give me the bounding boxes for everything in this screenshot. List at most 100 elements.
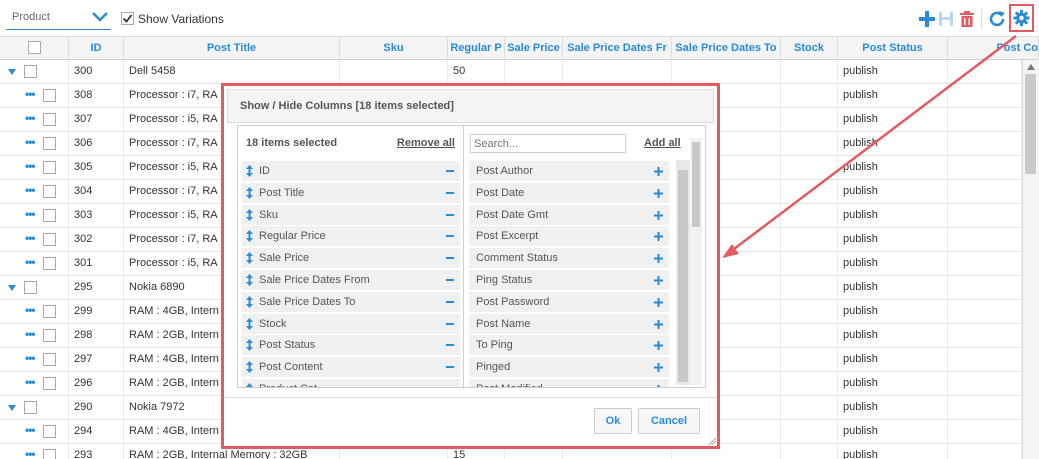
cell-id[interactable]: 290 xyxy=(69,396,124,419)
picker-outer-scrollbar[interactable] xyxy=(690,138,702,385)
drag-handle-icon[interactable] xyxy=(246,317,253,330)
cell-empty[interactable] xyxy=(781,396,838,419)
add-column-icon[interactable] xyxy=(654,167,663,176)
column-header[interactable]: Sale Price xyxy=(505,37,563,60)
plus-icon[interactable] xyxy=(919,11,935,27)
cell-empty[interactable] xyxy=(948,132,1022,155)
cell-status[interactable]: publish xyxy=(838,156,948,179)
cell-id[interactable]: 307 xyxy=(69,108,124,131)
cell-status[interactable]: publish xyxy=(838,324,948,347)
cell-status[interactable]: publish xyxy=(838,228,948,251)
cell-id[interactable]: 299 xyxy=(69,300,124,323)
remove-column-icon[interactable] xyxy=(446,322,454,325)
row-checkbox[interactable] xyxy=(43,161,56,174)
remove-column-icon[interactable] xyxy=(446,300,454,303)
cell-empty[interactable] xyxy=(781,420,838,443)
cell-empty[interactable] xyxy=(948,372,1022,395)
row-checkbox[interactable] xyxy=(24,281,37,294)
column-search-input[interactable] xyxy=(470,134,626,153)
show-variations-checkbox[interactable] xyxy=(121,12,134,25)
drag-handle-icon[interactable] xyxy=(246,383,253,387)
column-header[interactable]: Sku xyxy=(340,37,448,60)
cell-id[interactable]: 297 xyxy=(69,348,124,371)
drag-handle-icon[interactable] xyxy=(246,165,253,177)
expand-caret-icon[interactable] xyxy=(8,405,16,411)
table-row[interactable]: 300 Dell 5458 50 publish xyxy=(0,60,1022,84)
row-checkbox[interactable] xyxy=(43,353,56,366)
cell-empty[interactable] xyxy=(781,204,838,227)
add-all-link[interactable]: Add all xyxy=(644,137,681,149)
picker-outer-scroll-thumb[interactable] xyxy=(692,142,700,227)
select-all-checkbox[interactable] xyxy=(27,40,41,54)
cell-empty[interactable] xyxy=(781,276,838,299)
row-checkbox[interactable] xyxy=(43,113,56,126)
cell-status[interactable]: publish xyxy=(838,180,948,203)
cell-id[interactable]: 305 xyxy=(69,156,124,179)
cell-empty[interactable] xyxy=(948,156,1022,179)
available-column-item[interactable]: Post Password xyxy=(469,291,669,312)
drag-handle-icon[interactable] xyxy=(246,295,253,308)
available-column-item[interactable]: Post Excerpt xyxy=(469,226,669,247)
drag-handle-icon[interactable] xyxy=(246,230,253,243)
drag-handle-icon[interactable] xyxy=(246,252,253,265)
cell-id[interactable]: 296 xyxy=(69,372,124,395)
cell-status[interactable]: publish xyxy=(838,444,948,459)
cell-id[interactable]: 308 xyxy=(69,84,124,107)
selected-column-item[interactable]: Sale Price Dates From xyxy=(242,270,460,290)
cell-status[interactable]: publish xyxy=(838,84,948,107)
select-all-checkbox-header[interactable] xyxy=(0,37,69,60)
row-checkbox[interactable] xyxy=(43,257,56,270)
cell-empty[interactable] xyxy=(948,204,1022,227)
column-header[interactable]: Post Co xyxy=(948,37,1039,60)
selected-column-item[interactable]: Post Title xyxy=(242,182,460,203)
cell-empty[interactable] xyxy=(948,180,1022,203)
save-icon[interactable] xyxy=(938,11,954,27)
cell-id[interactable]: 294 xyxy=(69,420,124,443)
cell-status[interactable]: publish xyxy=(838,252,948,275)
row-checkbox[interactable] xyxy=(43,137,56,150)
available-column-item[interactable]: Post Author xyxy=(469,161,669,181)
selected-column-item[interactable]: ID xyxy=(242,161,460,181)
cell-empty[interactable] xyxy=(781,252,838,275)
remove-column-icon[interactable] xyxy=(446,213,454,216)
cell-id[interactable]: 304 xyxy=(69,180,124,203)
cell-empty[interactable] xyxy=(781,108,838,131)
ok-button[interactable]: Ok xyxy=(594,408,632,434)
expand-caret-icon[interactable] xyxy=(8,69,16,75)
cell-empty[interactable] xyxy=(948,108,1022,131)
row-checkbox[interactable] xyxy=(43,233,56,246)
cell-status[interactable]: publish xyxy=(838,372,948,395)
available-column-item[interactable]: Post Date Gmt xyxy=(469,204,669,225)
available-column-item[interactable]: To Ping xyxy=(469,335,669,356)
add-column-icon[interactable] xyxy=(654,319,663,329)
cell-empty[interactable] xyxy=(781,156,838,179)
cell-status[interactable]: publish xyxy=(838,300,948,323)
row-checkbox[interactable] xyxy=(43,449,56,459)
expand-caret-icon[interactable] xyxy=(8,285,16,291)
remove-column-icon[interactable] xyxy=(446,170,454,172)
row-checkbox[interactable] xyxy=(43,89,56,102)
cell-empty[interactable] xyxy=(948,348,1022,371)
available-scroll-thumb[interactable] xyxy=(678,170,688,382)
row-checkbox[interactable] xyxy=(24,65,37,78)
remove-column-icon[interactable] xyxy=(446,191,454,194)
column-header[interactable]: Post Title xyxy=(124,37,340,60)
column-settings-button[interactable] xyxy=(1009,4,1034,32)
remove-column-icon[interactable] xyxy=(446,344,454,347)
drag-handle-icon[interactable] xyxy=(246,361,253,374)
cancel-button[interactable]: Cancel xyxy=(638,408,700,434)
row-checkbox[interactable] xyxy=(43,209,56,222)
cell-empty[interactable] xyxy=(781,372,838,395)
drag-handle-icon[interactable] xyxy=(246,186,253,199)
cell-id[interactable]: 302 xyxy=(69,228,124,251)
cell-empty[interactable] xyxy=(948,228,1022,251)
add-column-icon[interactable] xyxy=(654,254,663,264)
column-header[interactable]: Regular P xyxy=(448,37,505,60)
selected-column-item[interactable]: Post Status xyxy=(242,335,460,356)
add-column-icon[interactable] xyxy=(654,341,663,351)
row-checkbox[interactable] xyxy=(43,329,56,342)
grid-scroll-thumb[interactable] xyxy=(1025,74,1036,174)
available-column-item[interactable]: Ping Status xyxy=(469,270,669,290)
cell-empty[interactable] xyxy=(340,60,448,83)
refresh-icon[interactable] xyxy=(988,10,1006,28)
